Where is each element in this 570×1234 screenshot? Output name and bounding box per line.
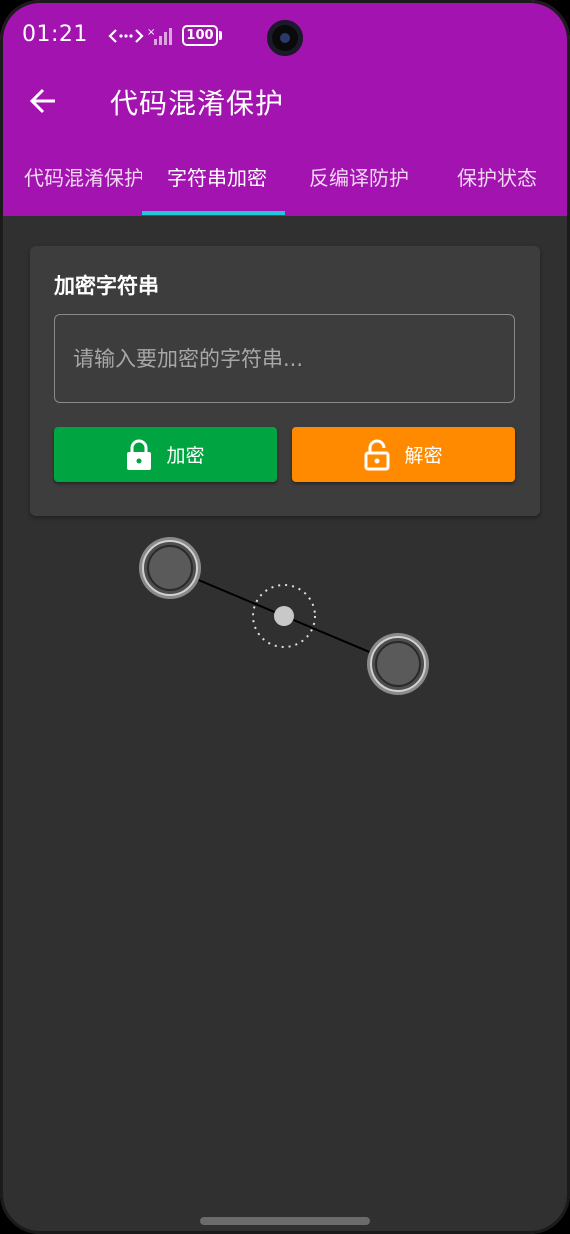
battery-tip: [219, 31, 222, 40]
encrypt-button[interactable]: 加密: [54, 427, 277, 482]
drag-handle-start-icon[interactable]: [139, 537, 201, 599]
string-input[interactable]: [54, 314, 515, 403]
tab-protection-status[interactable]: 保护状态: [457, 150, 567, 216]
data-transfer-icon: ×: [108, 24, 178, 48]
signal-icon: ×: [147, 27, 172, 45]
decrypt-button[interactable]: 解密: [292, 427, 515, 482]
unlock-icon: [364, 439, 390, 470]
arrow-left-icon: [29, 88, 55, 114]
decrypt-button-label: 解密: [404, 445, 443, 467]
app-bar: 01:21 × 100 代码混淆保护 代码混淆保护 字符串加密 反编译防护 保护…: [0, 0, 570, 216]
tab-indicator: [142, 211, 285, 215]
status-time: 01:21: [22, 22, 88, 47]
encrypt-button-label: 加密: [166, 445, 205, 467]
tab-string-encryption[interactable]: 字符串加密: [167, 150, 285, 216]
encrypt-string-card: 加密字符串 加密 解密: [30, 246, 540, 516]
tab-anti-decompile[interactable]: 反编译防护: [309, 150, 427, 216]
front-camera: [267, 20, 303, 56]
tab-bar: 代码混淆保护 字符串加密 反编译防护 保护状态: [0, 150, 570, 216]
gesture-overlay: [139, 537, 429, 695]
status-bar: 01:21 × 100: [0, 0, 570, 70]
phone-screen: 01:21 × 100 代码混淆保护 代码混淆保护 字符串加密 反编译防护 保护…: [0, 0, 570, 1234]
tab-code-obfuscation[interactable]: 代码混淆保护: [24, 150, 142, 216]
drag-center-icon[interactable]: [252, 584, 316, 648]
lock-icon: [127, 439, 152, 470]
battery-icon: 100: [182, 25, 218, 46]
card-title: 加密字符串: [54, 274, 159, 298]
back-button[interactable]: [22, 80, 64, 122]
svg-text:×: ×: [147, 27, 155, 38]
page-title: 代码混淆保护: [110, 87, 285, 120]
home-indicator[interactable]: [200, 1217, 370, 1225]
drag-handle-end-icon[interactable]: [367, 633, 429, 695]
